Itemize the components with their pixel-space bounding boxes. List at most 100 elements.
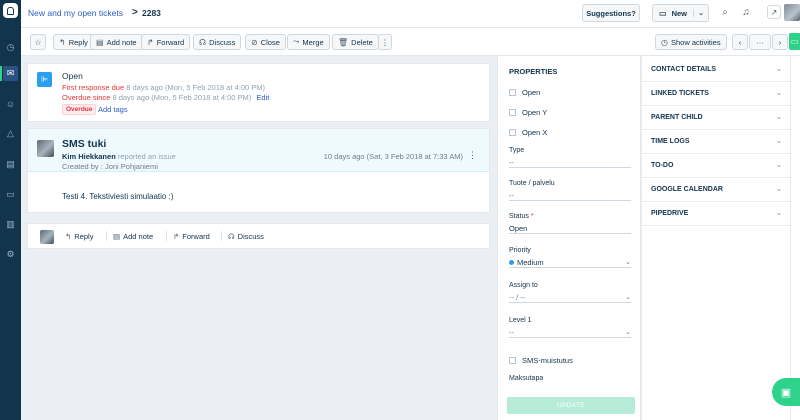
add-note-button[interactable]: ▤ Add note (90, 34, 143, 50)
chevron-down-icon[interactable]: ⌄ (693, 9, 704, 17)
forums-icon[interactable]: ▭ (3, 187, 18, 202)
reply-bar-forward-label: Forward (182, 232, 210, 241)
right-apps-panel: CONTACT DETAILS ⌄ LINKED TICKETS ⌄ PARENT … (642, 56, 790, 420)
star-button[interactable]: ☆ (30, 34, 46, 50)
checkbox-icon[interactable] (509, 109, 516, 116)
tuote-input[interactable]: -- (509, 190, 631, 201)
overdue-since: Overdue since 8 days ago (Mon, 5 Feb 201… (62, 93, 269, 102)
reply-icon: ↰ (59, 37, 66, 47)
required-marker: * (530, 213, 534, 220)
update-button[interactable]: UPDATE (507, 397, 635, 414)
search-icon[interactable]: ⌕ (718, 5, 732, 19)
more-actions-button[interactable]: ⋮ (378, 34, 392, 50)
user-avatar[interactable] (784, 4, 800, 21)
checkbox-open-y-label: Open Y (522, 108, 548, 117)
admin-icon[interactable]: ⚙ (3, 247, 18, 262)
note-icon: ▤ (113, 232, 121, 241)
reply-bar-discuss-label: Discuss (237, 232, 264, 241)
prev-ticket-button[interactable]: ‹ (732, 34, 748, 50)
checkbox-open[interactable]: Open (509, 88, 540, 97)
chevron-down-icon[interactable]: ⌄ (625, 258, 631, 266)
freshdesk-logo-icon[interactable] (3, 3, 18, 18)
discuss-button[interactable]: ☊ Discuss (193, 34, 242, 50)
tickets-icon[interactable]: ✉ (0, 66, 18, 81)
checkbox-open-x[interactable]: Open X (509, 128, 547, 137)
checkbox-icon[interactable] (509, 357, 516, 364)
trash-icon: 🗑 (338, 37, 349, 47)
todo-section[interactable]: TO-DO ⌄ (642, 154, 790, 178)
forward-button[interactable]: ↱ Forward (141, 34, 191, 50)
level1-select[interactable]: -- ⌄ (509, 327, 631, 338)
chevron-down-icon[interactable]: ⌄ (776, 209, 782, 217)
time-logs-section[interactable]: TIME LOGS ⌄ (642, 130, 790, 154)
chat-widget-icon[interactable]: ▣ (772, 378, 800, 406)
chevron-down-icon[interactable]: ⌄ (625, 293, 631, 301)
assign-select[interactable]: -- / -- ⌄ (509, 292, 631, 303)
chevron-down-icon[interactable]: ⌄ (776, 161, 782, 169)
conversation-more-icon[interactable]: ⋮ (468, 150, 477, 161)
properties-panel: PROPERTIES Open Open Y Open X Type -- Tu… (497, 56, 641, 420)
breadcrumb-separator: > (132, 7, 138, 18)
clock-icon: ◷ (661, 37, 668, 47)
reply-bar-reply-label: Reply (74, 232, 94, 241)
delete-button[interactable]: 🗑 Delete (332, 34, 379, 50)
pipedrive-section[interactable]: PIPEDRIVE ⌄ (642, 202, 790, 226)
ticket-status-card: ⊫ Open First response due 8 days ago (Mo… (27, 63, 490, 122)
chevron-down-icon[interactable]: ⌄ (776, 65, 782, 73)
checkbox-sms-muistutus[interactable]: SMS-muistutus (509, 356, 573, 365)
status-label-text: Status (509, 213, 529, 220)
checkbox-open-label: Open (522, 88, 541, 97)
checkbox-open-y[interactable]: Open Y (509, 108, 547, 117)
add-tags-link[interactable]: Add tags (98, 105, 128, 114)
reply-bar-reply-button[interactable]: ↰ Reply (65, 232, 93, 241)
time-logs-label: TIME LOGS (651, 138, 690, 145)
app-switcher-icon[interactable]: ↗ (767, 5, 781, 19)
breadcrumb-link[interactable]: New and my open tickets (28, 8, 123, 18)
reply-bar-forward-button[interactable]: ↱ Forward (166, 231, 210, 241)
created-by: Created by : Joni Pohjaniemi (62, 162, 158, 171)
solutions-icon[interactable]: △ (3, 126, 18, 141)
conversation-header: SMS tuki Kim Hiekkanen reported an issue… (28, 129, 489, 172)
google-calendar-section[interactable]: GOOGLE CALENDAR ⌄ (642, 178, 790, 202)
requester-name[interactable]: Kim Hiekkanen (62, 152, 116, 161)
reply-bar-add-note-button[interactable]: ▤ Add note (105, 231, 154, 241)
priority-select[interactable]: Medium ⌄ (509, 257, 631, 268)
next-ticket-button[interactable]: › (772, 34, 788, 50)
chevron-down-icon[interactable]: ⌄ (776, 137, 782, 145)
reply-bar-discuss-button[interactable]: ☊ Discuss (221, 231, 264, 241)
chevron-down-icon[interactable]: ⌄ (776, 89, 782, 97)
dashboard-icon[interactable]: ◷ (3, 40, 18, 55)
edit-panel-icon[interactable]: ▭ (789, 33, 800, 50)
conversation-body: Testi 4. Tekstiviesti simulaatio :) (62, 192, 174, 201)
type-input[interactable]: -- (509, 157, 631, 168)
knowledge-base-icon[interactable]: ▤ (3, 157, 18, 172)
type-field: Type -- (509, 147, 631, 168)
contacts-icon[interactable]: ☺ (3, 96, 18, 111)
app-rail (790, 56, 800, 420)
overdue-value: 8 days ago (Mon, 5 Feb 2018 at 4:00 PM) (112, 93, 252, 102)
parent-child-section[interactable]: PARENT CHILD ⌄ (642, 106, 790, 130)
checkbox-icon[interactable] (509, 129, 516, 136)
priority-value: Medium (517, 257, 544, 267)
reports-icon[interactable]: ▥ (3, 217, 18, 232)
reply-label: Reply (68, 37, 88, 47)
new-button[interactable]: ▭ New ⌄ (652, 4, 709, 22)
chevron-down-icon[interactable]: ⌄ (625, 328, 631, 336)
maksutapa-label: Maksutapa (509, 375, 544, 382)
linked-tickets-section[interactable]: LINKED TICKETS ⌄ (642, 82, 790, 106)
merge-button[interactable]: ⤳ Merge (287, 34, 330, 50)
reply-button[interactable]: ↰ Reply (53, 34, 94, 50)
show-activities-button[interactable]: ◷ Show activities (655, 34, 727, 50)
edit-due-link[interactable]: Edit (256, 93, 269, 102)
suggestions-button[interactable]: Suggestions? (582, 4, 640, 22)
ticket-nav-more-button[interactable]: ··· (749, 34, 771, 50)
close-button[interactable]: ⊘ Close (245, 34, 286, 50)
reply-bar-add-note-label: Add note (123, 232, 154, 241)
requester-avatar[interactable] (37, 140, 54, 157)
notification-bell-icon[interactable]: ♫ (739, 5, 753, 19)
chevron-down-icon[interactable]: ⌄ (776, 113, 782, 121)
checkbox-icon[interactable] (509, 89, 516, 96)
contact-details-section[interactable]: CONTACT DETAILS ⌄ (642, 58, 790, 82)
status-select[interactable]: Open (509, 223, 631, 234)
chevron-down-icon[interactable]: ⌄ (776, 185, 782, 193)
